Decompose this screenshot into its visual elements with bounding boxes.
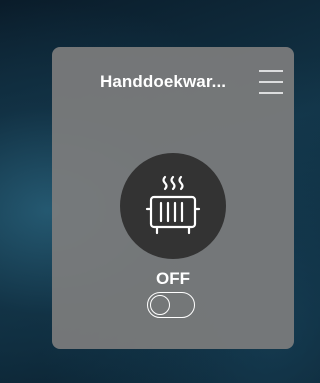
- towel-radiator-heating-icon: [145, 175, 201, 235]
- state-label: OFF: [156, 269, 190, 288]
- device-card: Handdoekwar... OFF: [52, 47, 294, 349]
- menu-icon: [259, 70, 283, 94]
- menu-button[interactable]: [256, 68, 286, 96]
- device-name: Handdoekwar...: [100, 72, 227, 91]
- device-icon-button[interactable]: [120, 153, 226, 259]
- toggle-knob: [150, 294, 170, 315]
- dashboard-background: Handdoekwar... OFF: [0, 0, 320, 383]
- power-toggle[interactable]: [147, 292, 195, 318]
